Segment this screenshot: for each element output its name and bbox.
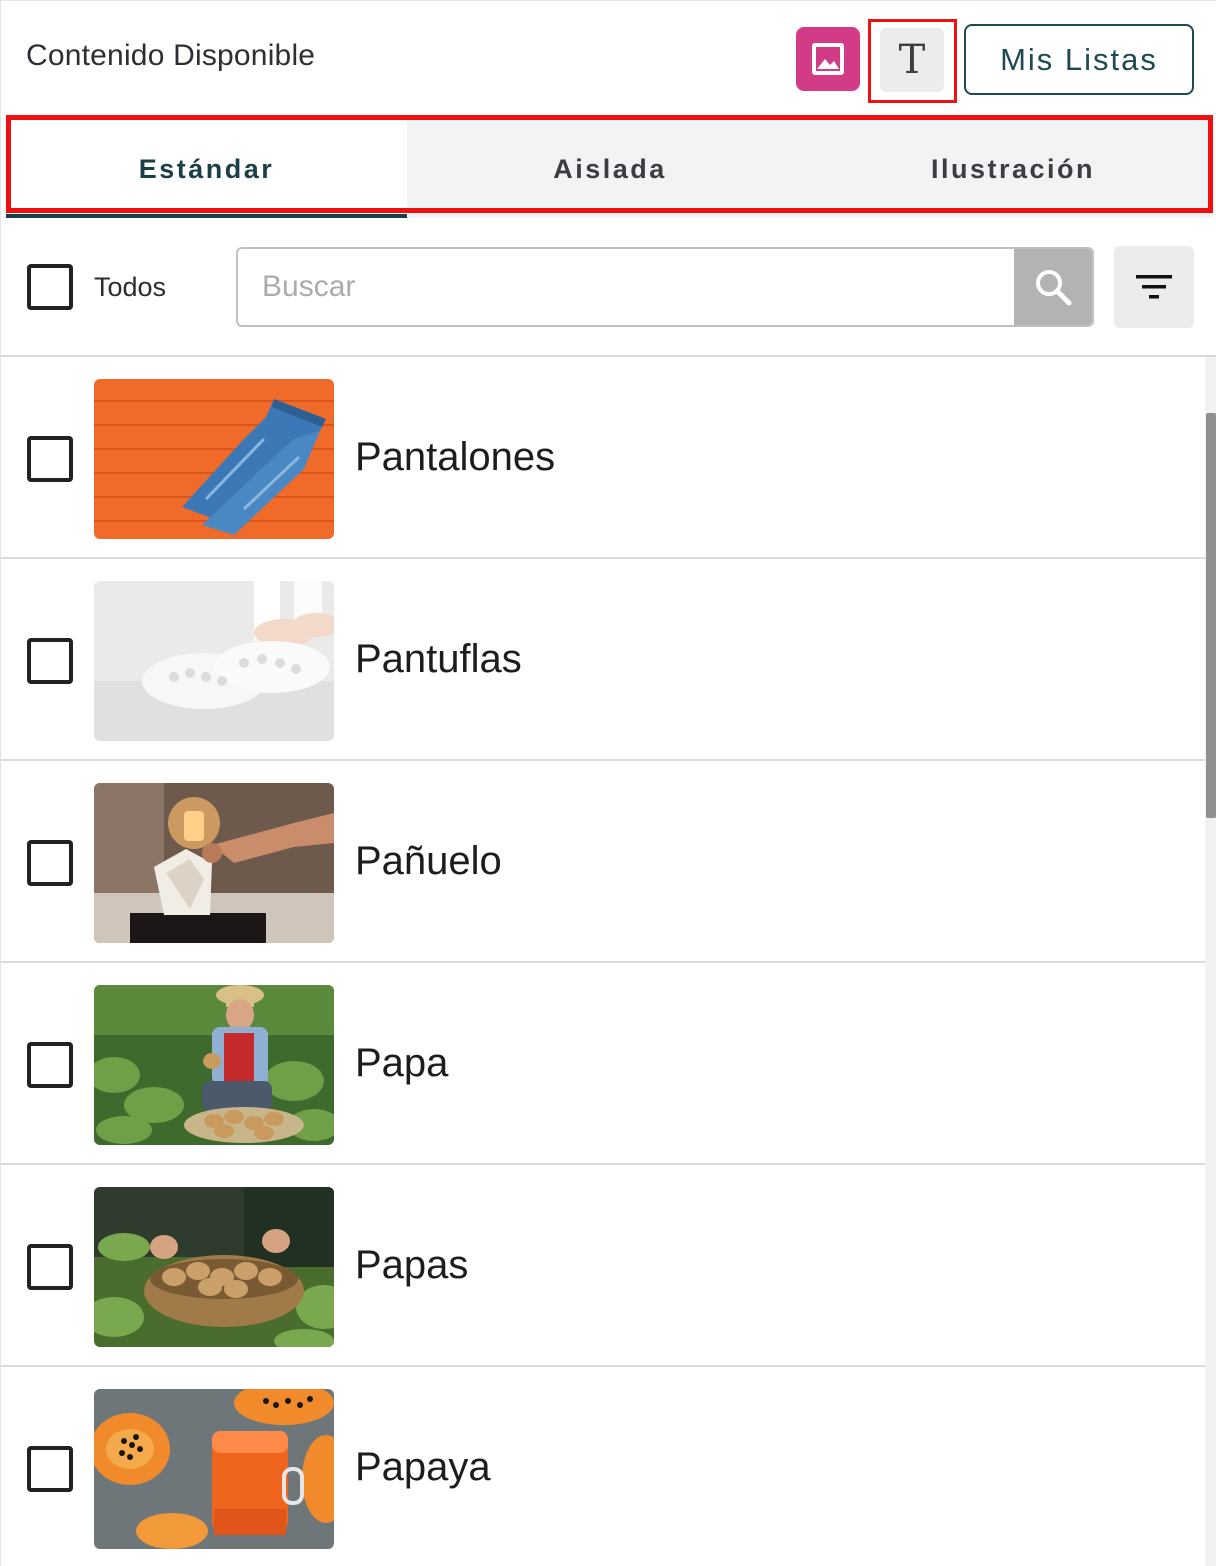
tab-label: Ilustración [930, 153, 1096, 184]
item-label: Papaya [355, 1445, 491, 1489]
filter-icon [1136, 275, 1172, 299]
item-checkbox[interactable] [27, 1446, 73, 1492]
item-checkbox[interactable] [27, 1042, 73, 1088]
item-label: Pañuelo [355, 839, 502, 883]
item-thumbnail [94, 581, 334, 741]
list-item[interactable]: Papaya [1, 1367, 1205, 1566]
panel-header: Contenido Disponible T Mis Listas [1, 1, 1216, 115]
item-label: Pantalones [355, 435, 556, 479]
item-checkbox[interactable] [27, 436, 73, 482]
image-mode-button[interactable] [796, 27, 860, 91]
tab-estandar[interactable]: Estándar [6, 120, 407, 218]
tab-aislada[interactable]: Aislada [407, 120, 813, 218]
item-thumbnail [94, 1187, 334, 1347]
panel-title: Contenido Disponible [26, 39, 316, 72]
list-toolbar: Todos [1, 218, 1216, 357]
search-input[interactable] [238, 249, 1014, 325]
item-checkbox[interactable] [27, 1244, 73, 1290]
list-item[interactable]: Papa [1, 963, 1205, 1165]
list-item[interactable]: Pantuflas [1, 559, 1205, 761]
image-icon [812, 43, 844, 75]
tab-ilustracion[interactable]: Ilustración [813, 120, 1213, 218]
list-item[interactable]: Pantalones [1, 357, 1205, 559]
my-lists-button[interactable]: Mis Listas [964, 24, 1194, 95]
item-label: Papa [355, 1041, 449, 1085]
item-label: Papas [355, 1243, 469, 1287]
item-thumbnail [94, 379, 334, 539]
text-icon: T [898, 37, 926, 83]
tab-label: Aislada [553, 153, 667, 184]
content-list: Pantalones Pantuflas Pañuelo Papa Papas … [1, 357, 1205, 1566]
item-thumbnail [94, 1389, 334, 1549]
content-panel: Contenido Disponible T Mis Listas Estánd… [0, 0, 1216, 1566]
select-all-label: Todos [94, 272, 167, 302]
my-lists-label: Mis Listas [1000, 41, 1158, 77]
text-mode-button[interactable]: T [880, 28, 944, 92]
search-button[interactable] [1014, 249, 1092, 325]
filter-button[interactable] [1114, 246, 1194, 328]
list-scrollbar-thumb[interactable] [1206, 413, 1216, 818]
item-thumbnail [94, 985, 334, 1145]
search-icon [1036, 270, 1072, 306]
item-label: Pantuflas [355, 637, 522, 681]
item-checkbox[interactable] [27, 840, 73, 886]
search-box [236, 247, 1094, 327]
image-style-tabs: Estándar Aislada Ilustración [1, 115, 1216, 218]
item-thumbnail [94, 783, 334, 943]
list-item[interactable]: Pañuelo [1, 761, 1205, 963]
list-item[interactable]: Papas [1, 1165, 1205, 1367]
tab-label: Estándar [138, 153, 275, 184]
select-all-checkbox[interactable] [27, 264, 73, 310]
item-checkbox[interactable] [27, 638, 73, 684]
